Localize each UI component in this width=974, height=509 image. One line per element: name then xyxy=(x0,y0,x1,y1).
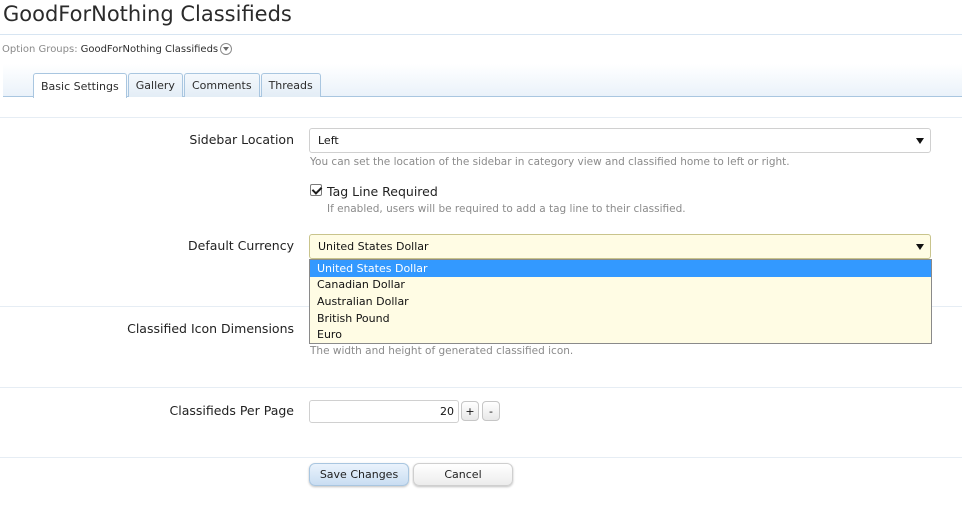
chevron-down-icon[interactable] xyxy=(220,43,233,55)
currency-option[interactable]: Australian Dollar xyxy=(310,293,931,310)
sidebar-location-label: Sidebar Location xyxy=(189,132,294,147)
tag-line-hint: If enabled, users will be required to ad… xyxy=(327,203,686,215)
tag-line-checkbox[interactable] xyxy=(310,184,322,196)
currency-option[interactable]: United States Dollar xyxy=(310,260,931,277)
tab-basic-settings[interactable]: Basic Settings xyxy=(33,73,127,98)
default-currency-select[interactable]: United States Dollar xyxy=(309,234,931,259)
default-currency-value: United States Dollar xyxy=(318,240,429,253)
per-page-input[interactable]: 20 xyxy=(309,400,459,423)
currency-option[interactable]: Canadian Dollar xyxy=(310,277,931,294)
sidebar-location-hint: You can set the location of the sidebar … xyxy=(310,156,790,168)
tag-line-label: Tag Line Required xyxy=(327,184,438,199)
title-divider xyxy=(0,34,962,35)
save-changes-button[interactable]: Save Changes xyxy=(309,463,409,486)
breadcrumb-label: Option Groups: xyxy=(2,43,78,55)
currency-option[interactable]: Euro xyxy=(310,326,931,343)
section-divider xyxy=(0,457,962,458)
currency-option[interactable]: British Pound xyxy=(310,310,931,327)
cancel-button[interactable]: Cancel xyxy=(413,463,513,486)
icon-dimensions-hint: The width and height of generated classi… xyxy=(310,345,574,357)
section-divider xyxy=(0,117,962,118)
tab-threads[interactable]: Threads xyxy=(260,73,321,97)
icon-dimensions-label: Classified Icon Dimensions xyxy=(127,321,294,336)
per-page-label: Classifieds Per Page xyxy=(169,403,295,418)
dropdown-arrow-icon xyxy=(916,138,924,144)
tabs: Basic Settings Gallery Comments Threads xyxy=(33,73,322,98)
sidebar-location-value: Left xyxy=(318,134,339,147)
page-title: GoodForNothing Classifieds xyxy=(3,2,292,26)
decrement-button[interactable]: - xyxy=(482,401,500,421)
default-currency-label: Default Currency xyxy=(188,238,294,253)
increment-button[interactable]: + xyxy=(461,401,479,421)
currency-dropdown-list: United States Dollar Canadian Dollar Aus… xyxy=(309,259,932,344)
sidebar-location-select[interactable]: Left xyxy=(309,128,931,153)
breadcrumb: Option Groups: GoodForNothing Classified… xyxy=(2,43,233,55)
tab-comments[interactable]: Comments xyxy=(183,73,260,97)
section-divider xyxy=(0,387,962,388)
tab-gallery[interactable]: Gallery xyxy=(127,73,183,97)
dropdown-arrow-icon xyxy=(916,244,924,250)
breadcrumb-link[interactable]: GoodForNothing Classifieds xyxy=(81,44,219,55)
